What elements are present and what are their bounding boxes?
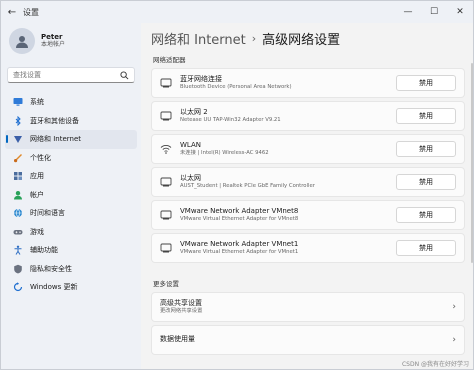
sidebar-item-windows-update[interactable]: Windows 更新 <box>5 278 137 297</box>
person-icon <box>16 36 28 48</box>
adapter-card[interactable]: VMware Network Adapter VMnet1 VMware Vir… <box>151 233 465 263</box>
row-title: 高级共享设置 <box>160 299 202 308</box>
adapter-name: VMware Network Adapter VMnet1 <box>180 240 299 249</box>
bluetooth-icon <box>13 115 23 126</box>
sidebar-item-label: 隐私和安全性 <box>30 264 72 273</box>
row-subtitle: 更改网络共享设置 <box>160 308 203 315</box>
shield-icon <box>13 264 23 274</box>
watermark: CSDN @我有在好好学习 <box>401 361 469 368</box>
sidebar-item-accounts[interactable]: 帐户 <box>5 186 137 205</box>
settings-window: ← 设置 — ☐ ✕ Peter 本地帐户 查找设置 系统 蓝牙和其他设备 网络… <box>0 0 474 370</box>
disable-button[interactable]: 禁用 <box>396 174 456 190</box>
brush-icon <box>13 153 23 163</box>
sidebar-item-bluetooth[interactable]: 蓝牙和其他设备 <box>5 112 137 131</box>
adapter-name: 以太网 2 <box>180 108 208 117</box>
adapter-card[interactable]: WLAN 未连接 | Intel(R) Wireless-AC 9462 禁用 <box>151 134 465 164</box>
section-label-more-settings: 更多设置 <box>153 280 179 288</box>
monitor-icon <box>13 97 23 107</box>
search-box[interactable] <box>7 67 135 83</box>
back-arrow-icon[interactable]: ← <box>1 1 23 23</box>
adapter-icon <box>160 176 172 188</box>
sidebar-item-label: 系统 <box>30 98 44 107</box>
sidebar-item-system[interactable]: 系统 <box>5 93 137 112</box>
sidebar-item-label: 帐户 <box>30 190 44 199</box>
close-button[interactable]: ✕ <box>447 1 473 23</box>
sidebar-item-time-language[interactable]: 时间和语言 <box>5 204 137 223</box>
window-title: 设置 <box>23 7 39 17</box>
adapter-description: 未连接 | Intel(R) Wireless-AC 9462 <box>180 150 269 157</box>
adapter-icon <box>160 242 172 254</box>
disable-button[interactable]: 禁用 <box>396 240 456 256</box>
sidebar-item-label: 游戏 <box>30 227 44 236</box>
sidebar-item-network[interactable]: 网络和 Internet <box>5 130 137 149</box>
disable-button[interactable]: 禁用 <box>396 75 456 91</box>
sidebar-item-label: 个性化 <box>30 153 51 162</box>
adapter-name: VMware Network Adapter VMnet8 <box>180 207 299 216</box>
sidebar-item-personalization[interactable]: 个性化 <box>5 149 137 168</box>
window-controls: — ☐ ✕ <box>395 1 473 23</box>
adapter-card[interactable]: 以太网 AUST_Student | Realtek PCIe GbE Fami… <box>151 167 465 197</box>
search-input[interactable] <box>13 71 120 79</box>
profile[interactable]: Peter 本地帐户 <box>1 23 141 59</box>
adapter-name: WLAN <box>180 141 202 150</box>
disable-button[interactable]: 禁用 <box>396 207 456 223</box>
chevron-right-icon: › <box>452 335 456 345</box>
adapter-icon <box>160 209 172 221</box>
sidebar: Peter 本地帐户 系统 蓝牙和其他设备 <box>1 23 141 369</box>
adapter-description: Netease UU TAP-Win32 Adapter V9.21 <box>180 117 281 124</box>
adapter-description: AUST_Student | Realtek PCIe GbE Family C… <box>180 183 315 190</box>
sidebar-item-label: Windows 更新 <box>30 283 78 292</box>
adapter-description: Bluetooth Device (Personal Area Network) <box>180 84 292 91</box>
main-content: 网络和 Internet › 高级网络设置 网络适配器 蓝牙网络连接 Bluet… <box>141 23 473 369</box>
adapter-card[interactable]: 蓝牙网络连接 Bluetooth Device (Personal Area N… <box>151 68 465 98</box>
adapter-card[interactable]: VMware Network Adapter VMnet8 VMware Vir… <box>151 200 465 230</box>
minimize-button[interactable]: — <box>395 1 421 23</box>
sidebar-item-apps[interactable]: 应用 <box>5 167 137 186</box>
disable-button[interactable]: 禁用 <box>396 141 456 157</box>
person-icon <box>13 190 23 200</box>
sidebar-item-label: 网络和 Internet <box>30 135 82 144</box>
profile-account-type: 本地帐户 <box>41 40 66 48</box>
sidebar-item-label: 蓝牙和其他设备 <box>30 116 79 125</box>
scrollbar[interactable] <box>471 63 473 263</box>
breadcrumb: 网络和 Internet › 高级网络设置 <box>141 23 473 49</box>
adapter-description: VMware Virtual Ethernet Adapter for VMne… <box>180 249 299 256</box>
disable-button[interactable]: 禁用 <box>396 108 456 124</box>
section-label-adapters: 网络适配器 <box>153 56 186 64</box>
advanced-sharing-settings[interactable]: 高级共享设置 更改网络共享设置 › <box>151 292 465 322</box>
row-title: 数据使用量 <box>160 335 195 344</box>
data-usage[interactable]: 数据使用量 › <box>151 325 465 355</box>
breadcrumb-separator: › <box>251 31 257 45</box>
sidebar-item-gaming[interactable]: 游戏 <box>5 223 137 242</box>
sidebar-item-label: 辅助功能 <box>30 246 58 255</box>
adapter-description: VMware Virtual Ethernet Adapter for VMne… <box>180 216 299 223</box>
gamepad-icon <box>13 227 23 237</box>
sidebar-item-label: 应用 <box>30 172 44 181</box>
breadcrumb-parent[interactable]: 网络和 Internet <box>151 29 246 48</box>
accessibility-icon <box>13 245 23 256</box>
adapter-icon <box>160 110 172 122</box>
title-bar: ← 设置 — ☐ ✕ <box>1 1 473 23</box>
sidebar-item-label: 时间和语言 <box>30 209 65 218</box>
globe-icon <box>13 208 23 218</box>
adapter-name: 蓝牙网络连接 <box>180 75 222 84</box>
update-icon <box>13 282 23 292</box>
adapter-name: 以太网 <box>180 174 201 183</box>
avatar <box>9 28 35 54</box>
sidebar-nav: 系统 蓝牙和其他设备 网络和 Internet 个性化 应用 帐户 时间和语言 … <box>1 93 141 297</box>
search-icon <box>120 70 129 79</box>
page-title: 高级网络设置 <box>262 32 341 48</box>
maximize-button[interactable]: ☐ <box>421 1 447 23</box>
wifi-icon <box>160 143 172 155</box>
sidebar-item-accessibility[interactable]: 辅助功能 <box>5 241 137 260</box>
adapter-card[interactable]: 以太网 2 Netease UU TAP-Win32 Adapter V9.21… <box>151 101 465 131</box>
apps-icon <box>13 171 23 181</box>
adapter-icon <box>160 77 172 89</box>
network-icon <box>13 134 23 144</box>
chevron-right-icon: › <box>452 302 456 312</box>
sidebar-item-privacy[interactable]: 隐私和安全性 <box>5 260 137 279</box>
